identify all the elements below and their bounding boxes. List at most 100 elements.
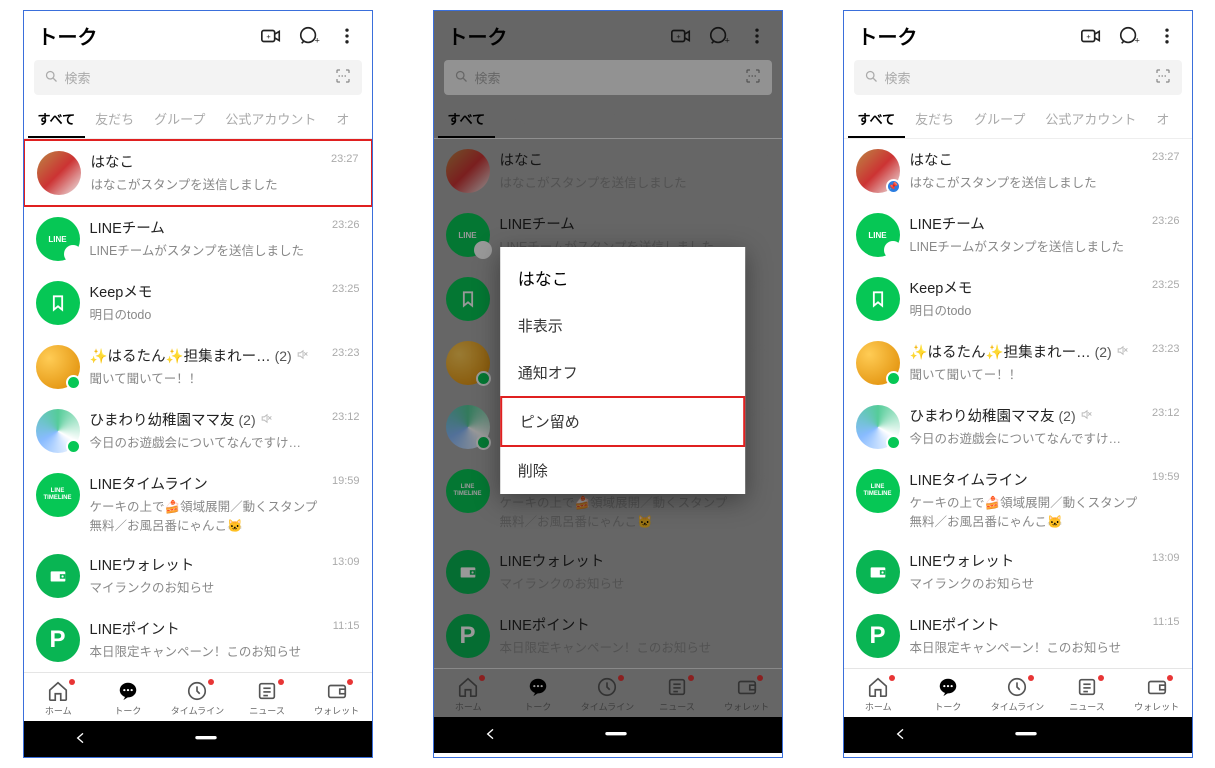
search-input[interactable]: 検索 <box>34 60 362 95</box>
more-icon[interactable] <box>336 25 358 47</box>
nav-timeline[interactable]: タイムライン <box>163 679 233 717</box>
avatar[interactable]: P <box>446 614 490 658</box>
nav-talk[interactable]: トーク <box>503 675 573 713</box>
tab-1[interactable]: 友だち <box>85 99 144 138</box>
nav-home[interactable]: ホーム <box>844 675 914 713</box>
chat-item[interactable]: LINEウォレット マイランクのお知らせ 13:09 <box>24 544 372 608</box>
recent-button[interactable] <box>715 726 733 744</box>
nav-talk[interactable]: トーク <box>93 679 163 717</box>
tab-4[interactable]: オ <box>736 99 769 138</box>
new-video-icon[interactable]: + <box>1080 25 1102 47</box>
avatar[interactable]: P <box>36 618 80 662</box>
avatar[interactable]: 📌 <box>856 149 900 193</box>
avatar[interactable] <box>856 277 900 321</box>
tab-0[interactable]: すべて <box>438 99 496 138</box>
nav-news[interactable]: ニュース <box>232 679 302 717</box>
avatar[interactable]: LINE <box>446 213 490 257</box>
new-video-icon[interactable]: + <box>260 25 282 47</box>
avatar[interactable]: LINE TIMELINE <box>856 469 900 513</box>
new-chat-icon[interactable]: + <box>1118 25 1140 47</box>
tab-1[interactable]: 友だち <box>905 99 964 138</box>
new-video-icon[interactable]: + <box>670 25 692 47</box>
new-chat-icon[interactable]: + <box>298 25 320 47</box>
tab-0[interactable]: すべて <box>848 99 906 138</box>
qr-scan-icon[interactable] <box>1154 67 1172 88</box>
nav-news[interactable]: ニュース <box>642 675 712 713</box>
chat-item[interactable]: LINE LINEチーム LINEチームがスタンプを送信しました 23:26 <box>24 207 372 271</box>
chat-item[interactable]: LINEウォレット マイランクのお知らせ 13:09 <box>844 540 1192 604</box>
chat-item[interactable]: はなこ はなこがスタンプを送信しました 23:27 <box>23 139 373 207</box>
chat-item[interactable]: LINE TIMELINE LINEタイムライン ケーキの上で🍰領域展開／動くス… <box>24 463 372 544</box>
nav-wallet[interactable]: ウォレット <box>712 675 782 713</box>
avatar[interactable] <box>856 405 900 449</box>
back-button[interactable] <box>483 726 501 744</box>
avatar[interactable]: LINE <box>856 213 900 257</box>
qr-scan-icon[interactable] <box>744 67 762 88</box>
tab-0[interactable]: すべて <box>28 99 86 138</box>
search-input[interactable]: 検索 <box>854 60 1182 95</box>
menu-item[interactable]: 非表示 <box>500 302 745 349</box>
chat-item[interactable]: Keepメモ 明日のtodo 23:25 <box>844 267 1192 331</box>
home-button[interactable] <box>1009 726 1027 744</box>
tab-1[interactable]: 友だち <box>495 99 554 138</box>
chat-item[interactable]: LINEウォレット マイランクのお知らせ 13:09 <box>434 540 782 604</box>
qr-scan-icon[interactable] <box>334 67 352 88</box>
menu-item[interactable]: ピン留め <box>500 396 745 447</box>
chat-item[interactable]: 📌 はなこ はなこがスタンプを送信しました 23:27 <box>844 139 1192 203</box>
tab-3[interactable]: 公式アカウント <box>625 99 736 138</box>
nav-timeline[interactable]: タイムライン <box>983 675 1053 713</box>
tab-4[interactable]: オ <box>326 99 359 138</box>
avatar[interactable] <box>856 341 900 385</box>
avatar[interactable] <box>36 281 80 325</box>
tab-2[interactable]: グループ <box>964 99 1035 138</box>
tab-3[interactable]: 公式アカウント <box>215 99 326 138</box>
nav-timeline[interactable]: タイムライン <box>573 675 643 713</box>
chat-item[interactable]: LINE TIMELINE LINEタイムライン ケーキの上で🍰領域展開／動くス… <box>844 459 1192 540</box>
chat-item[interactable]: ひまわり幼稚園ママ友 (2) 今日のお遊戯会についてなんですけ… 23:12 <box>24 399 372 463</box>
new-chat-icon[interactable]: + <box>708 25 730 47</box>
chat-item[interactable]: P LINEポイント 本日限定キャンペーン！このお知らせ 11:15 <box>434 604 782 668</box>
chat-item[interactable]: P LINEポイント 本日限定キャンペーン！このお知らせ 11:15 <box>844 604 1192 668</box>
avatar[interactable] <box>446 277 490 321</box>
avatar[interactable]: P <box>856 614 900 658</box>
avatar[interactable] <box>36 554 80 598</box>
home-button[interactable] <box>599 726 617 744</box>
avatar[interactable] <box>446 550 490 594</box>
nav-wallet[interactable]: ウォレット <box>1122 675 1192 713</box>
nav-wallet[interactable]: ウォレット <box>302 679 372 717</box>
nav-home[interactable]: ホーム <box>24 679 94 717</box>
more-icon[interactable] <box>746 25 768 47</box>
more-icon[interactable] <box>1156 25 1178 47</box>
back-button[interactable] <box>73 730 91 748</box>
recent-button[interactable] <box>1125 726 1143 744</box>
avatar[interactable] <box>37 151 81 195</box>
tab-2[interactable]: グループ <box>554 99 625 138</box>
tab-2[interactable]: グループ <box>144 99 215 138</box>
chat-item[interactable]: ✨はるたん✨担集まれー… (2) 聞いて聞いてー！！ 23:23 <box>24 335 372 399</box>
home-button[interactable] <box>189 730 207 748</box>
avatar[interactable] <box>446 149 490 193</box>
menu-item[interactable]: 通知オフ <box>500 349 745 396</box>
tab-4[interactable]: オ <box>1146 99 1179 138</box>
avatar[interactable]: LINE TIMELINE <box>446 469 490 513</box>
avatar[interactable] <box>446 341 490 385</box>
avatar[interactable] <box>36 409 80 453</box>
nav-home[interactable]: ホーム <box>434 675 504 713</box>
chat-item[interactable]: ひまわり幼稚園ママ友 (2) 今日のお遊戯会についてなんですけ… 23:12 <box>844 395 1192 459</box>
avatar[interactable]: LINE <box>36 217 80 261</box>
avatar[interactable] <box>446 405 490 449</box>
menu-item[interactable]: 削除 <box>500 447 745 494</box>
chat-item[interactable]: ✨はるたん✨担集まれー… (2) 聞いて聞いてー！！ 23:23 <box>844 331 1192 395</box>
recent-button[interactable] <box>305 730 323 748</box>
chat-item[interactable]: Keepメモ 明日のtodo 23:25 <box>24 271 372 335</box>
nav-news[interactable]: ニュース <box>1052 675 1122 713</box>
chat-item[interactable]: P LINEポイント 本日限定キャンペーン！このお知らせ 11:15 <box>24 608 372 672</box>
chat-item[interactable]: はなこ はなこがスタンプを送信しました 23:27 <box>434 139 782 203</box>
avatar[interactable]: LINE TIMELINE <box>36 473 80 517</box>
avatar[interactable] <box>36 345 80 389</box>
chat-item[interactable]: LINE LINEチーム LINEチームがスタンプを送信しました 23:26 <box>844 203 1192 267</box>
avatar[interactable] <box>856 550 900 594</box>
tab-3[interactable]: 公式アカウント <box>1035 99 1146 138</box>
back-button[interactable] <box>893 726 911 744</box>
search-input[interactable]: 検索 <box>444 60 772 95</box>
